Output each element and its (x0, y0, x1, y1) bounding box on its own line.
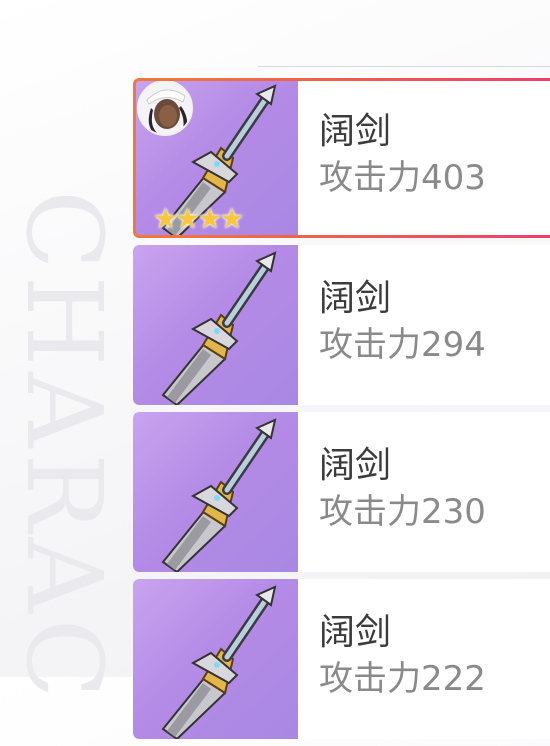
weapon-attack: 攻击力222 (319, 658, 486, 699)
character-avatar (137, 80, 193, 136)
weapon-name: 阔剑 (319, 111, 392, 152)
weapon-card[interactable]: 阔剑 攻击力230 (133, 412, 550, 572)
weapon-thumbnail (133, 245, 298, 405)
weapon-list[interactable]: ★★★★ 阔剑 攻击力403 阔剑 攻击力294 阔剑 攻击力230 阔剑 攻击… (133, 78, 550, 746)
weapon-thumbnail (133, 579, 298, 739)
attack-value: 222 (421, 658, 486, 699)
weapon-attack: 攻击力294 (319, 324, 486, 365)
top-divider (258, 66, 550, 67)
weapon-card[interactable]: 阔剑 攻击力222 (133, 579, 550, 739)
attack-label: 攻击力 (319, 324, 421, 365)
weapon-thumbnail (133, 412, 298, 572)
weapon-card[interactable]: ★★★★ 阔剑 攻击力403 (133, 78, 550, 238)
attack-label: 攻击力 (319, 491, 421, 532)
weapon-attack: 攻击力230 (319, 491, 486, 532)
attack-label: 攻击力 (319, 658, 421, 699)
rarity-stars: ★★★★ (153, 202, 244, 235)
weapon-card[interactable]: 阔剑 攻击力294 (133, 245, 550, 405)
greatsword-icon (161, 251, 277, 405)
weapon-thumbnail: ★★★★ (133, 78, 298, 238)
weapon-name: 阔剑 (319, 278, 392, 319)
greatsword-icon (161, 418, 277, 572)
background-watermark: CHARAC (3, 190, 125, 705)
attack-label: 攻击力 (319, 157, 421, 198)
weapon-name: 阔剑 (319, 445, 392, 486)
weapon-attack: 攻击力403 (319, 157, 486, 198)
weapon-name: 阔剑 (319, 612, 392, 653)
attack-value: 230 (421, 491, 486, 532)
greatsword-icon (161, 585, 277, 739)
attack-value: 403 (421, 157, 486, 198)
attack-value: 294 (421, 324, 486, 365)
